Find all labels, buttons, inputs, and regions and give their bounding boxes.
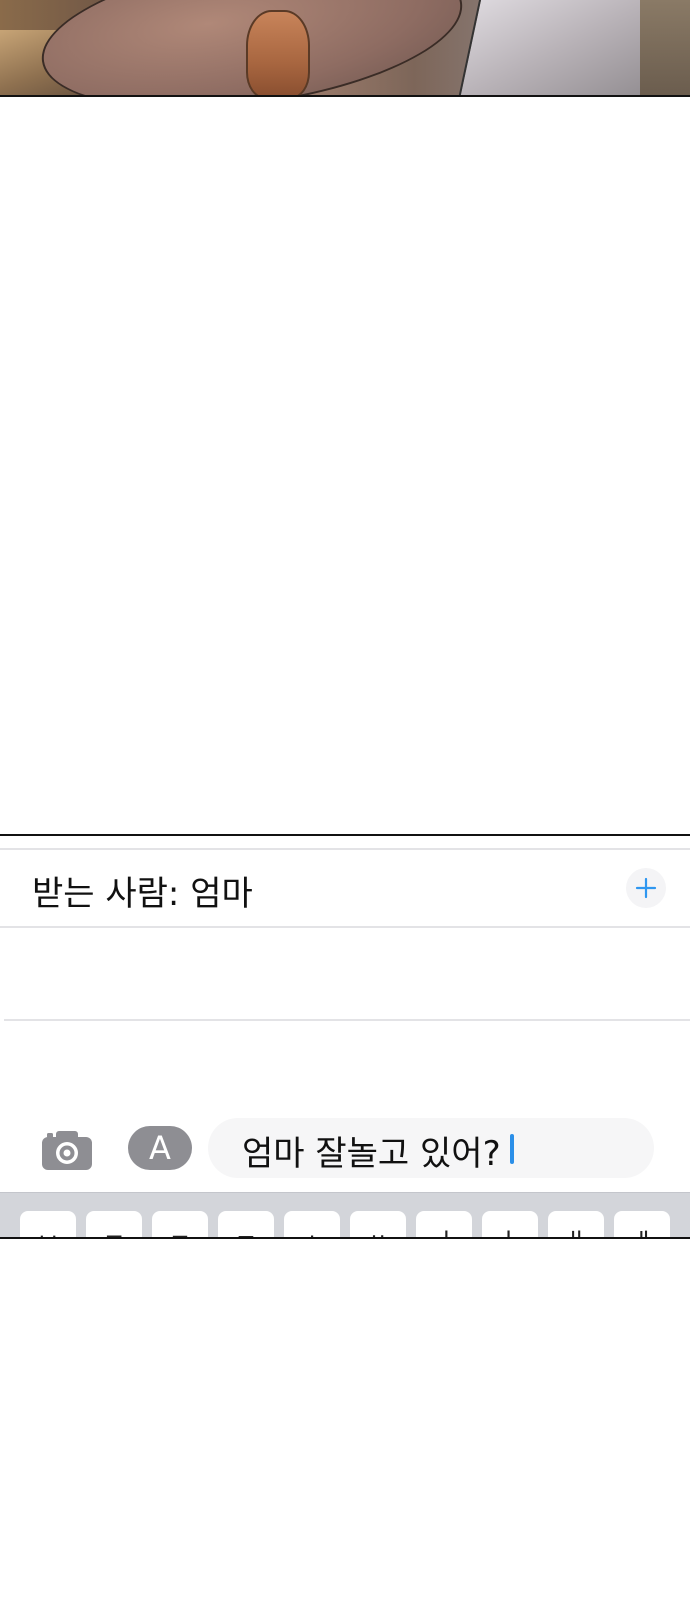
key[interactable]: ㅂ — [20, 1211, 76, 1237]
key[interactable]: ㅛ — [350, 1211, 406, 1237]
key[interactable]: ㅕ — [416, 1211, 472, 1237]
body-divider — [4, 1019, 690, 1021]
bedpost-art — [246, 10, 310, 95]
key[interactable]: ㄱ — [218, 1211, 274, 1237]
key[interactable]: ㅐ — [548, 1211, 604, 1237]
add-recipient-button[interactable] — [626, 868, 666, 908]
compose-bar: A 엄마 잘놀고 있어? — [0, 1104, 690, 1194]
app-store-button[interactable]: A — [128, 1126, 192, 1170]
key[interactable]: ㅅ — [284, 1211, 340, 1237]
key[interactable]: ㄷ — [152, 1211, 208, 1237]
camera-icon — [42, 1131, 92, 1170]
plus-icon — [635, 877, 657, 899]
keyboard: ㅂ ㅈ ㄷ ㄱ ㅅ ㅛ ㅕ ㅑ ㅐ ㅔ — [0, 1192, 690, 1237]
message-input-text: 엄마 잘놀고 있어? — [242, 1134, 501, 1174]
key[interactable]: ㅑ — [482, 1211, 538, 1237]
key[interactable]: ㅈ — [86, 1211, 142, 1237]
message-compose-panel: 받는 사람: 엄마 A 엄마 잘놀고 있어? — [0, 834, 690, 1239]
comic-panel-top — [0, 0, 690, 97]
recipient-label: 받는 사람: 엄마 — [32, 874, 253, 914]
key[interactable]: ㅔ — [614, 1211, 670, 1237]
text-cursor — [510, 1134, 514, 1164]
wood-art — [640, 0, 690, 95]
camera-button[interactable] — [40, 1128, 96, 1172]
recipient-row[interactable]: 받는 사람: 엄마 — [0, 850, 690, 928]
message-input[interactable]: 엄마 잘놀고 있어? — [208, 1118, 654, 1178]
